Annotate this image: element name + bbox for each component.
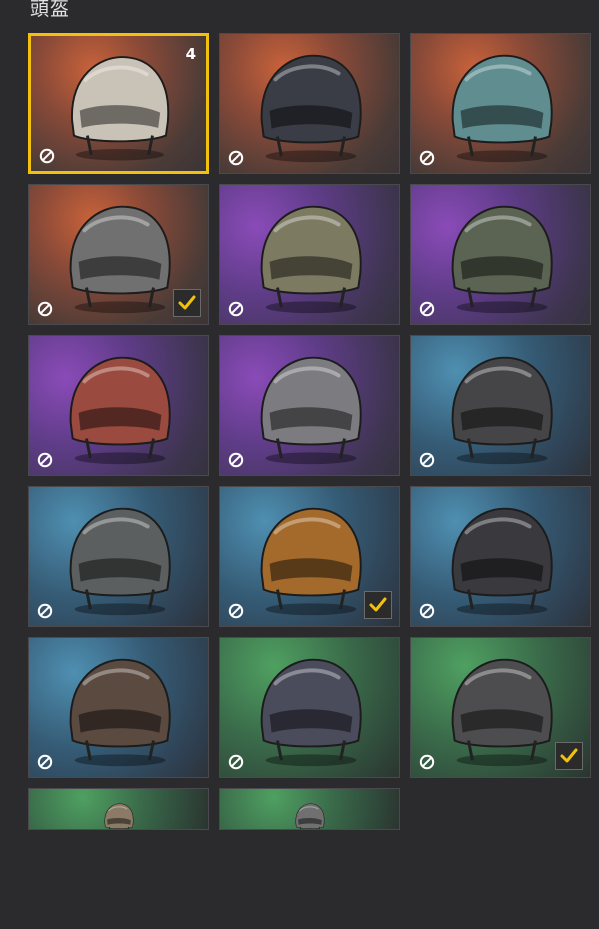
helmet-card-motorcycle-visor-helmet[interactable] <box>219 33 400 174</box>
helmet-card-partial-helmet[interactable] <box>219 788 400 830</box>
helmet-card-red-camo-helmet[interactable] <box>28 335 209 476</box>
helmet-card-visor-dark-helmet[interactable] <box>219 637 400 778</box>
helmet-image <box>71 56 170 161</box>
equipped-checkbox[interactable] <box>173 289 201 317</box>
helmet-card-spiderweb-helmet[interactable] <box>410 486 591 627</box>
helmet-image <box>451 54 553 163</box>
helmet-image <box>295 803 325 829</box>
helmet-card-skull-mask-helmet[interactable] <box>28 184 209 325</box>
helmet-image <box>260 356 362 465</box>
helmet-card-winged-helmet[interactable] <box>28 486 209 627</box>
helmet-image <box>69 356 171 465</box>
helmet-card-spiked-helmet[interactable] <box>28 637 209 778</box>
helmet-image <box>451 205 553 314</box>
equipped-checkbox[interactable] <box>364 591 392 619</box>
not-tradable-icon <box>37 452 53 468</box>
helmet-image <box>69 658 171 767</box>
helmet-card-partial-helmet[interactable] <box>28 788 209 830</box>
check-icon <box>178 295 196 310</box>
helmet-grid: 4 <box>28 33 591 929</box>
not-tradable-icon <box>39 148 55 164</box>
helmet-card-hexagon-pattern-helmet[interactable] <box>219 335 400 476</box>
helmet-image <box>260 658 362 767</box>
helmet-image <box>451 356 553 465</box>
not-tradable-icon <box>419 301 435 317</box>
section-title: 頭盔 <box>30 0 71 20</box>
not-tradable-icon <box>37 603 53 619</box>
not-tradable-icon <box>228 150 244 166</box>
helmet-card-level3-camo-helmet[interactable] <box>410 33 591 174</box>
helmet-image <box>69 507 171 616</box>
not-tradable-icon <box>419 603 435 619</box>
helmet-card-leopard-print-helmet[interactable] <box>219 486 400 627</box>
not-tradable-icon <box>419 452 435 468</box>
helmet-card-aviator-goggles-helmet[interactable] <box>219 184 400 325</box>
not-tradable-icon <box>419 150 435 166</box>
helmet-card-gold-goggles-helmet[interactable] <box>410 637 591 778</box>
equipped-checkbox[interactable] <box>555 742 583 770</box>
check-icon <box>369 597 387 612</box>
not-tradable-icon <box>419 754 435 770</box>
not-tradable-icon <box>228 301 244 317</box>
not-tradable-icon <box>228 452 244 468</box>
helmet-card-checkered-helmet[interactable] <box>410 335 591 476</box>
check-icon <box>560 748 578 763</box>
helmet-card-goggles-military-helmet[interactable] <box>410 184 591 325</box>
helmet-image <box>260 54 362 163</box>
item-count-badge: 4 <box>185 45 196 63</box>
helmet-image <box>451 507 553 616</box>
not-tradable-icon <box>37 754 53 770</box>
not-tradable-icon <box>37 301 53 317</box>
helmet-card-pilot-helmet[interactable]: 4 <box>28 33 209 174</box>
helmet-image <box>260 205 362 314</box>
helmet-image <box>104 803 134 829</box>
not-tradable-icon <box>228 754 244 770</box>
not-tradable-icon <box>228 603 244 619</box>
